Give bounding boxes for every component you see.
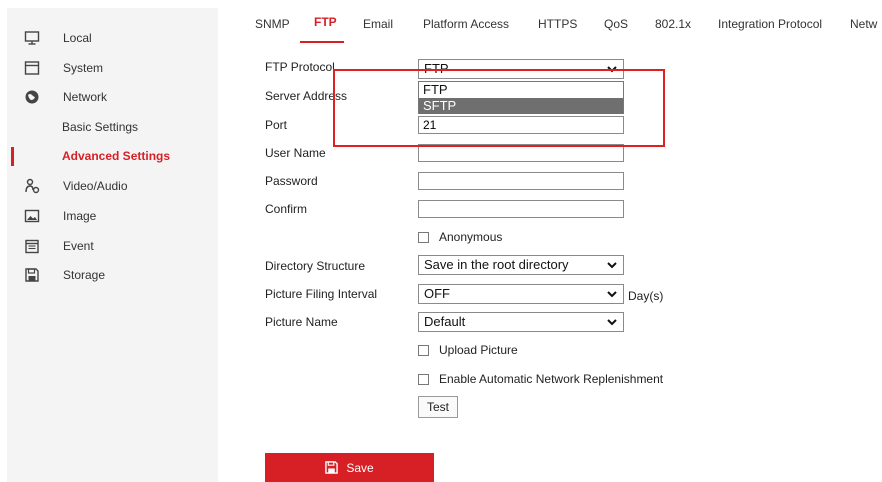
window-icon (24, 61, 40, 75)
picture-name-value: Default (424, 314, 466, 329)
sidebar-item-advanced-settings[interactable]: Advanced Settings (7, 144, 218, 168)
anonymous-label: Anonymous (439, 230, 503, 244)
enable-anr-row[interactable]: Enable Automatic Network Replenishment (418, 371, 663, 387)
picture-name-select[interactable]: Default (418, 312, 624, 332)
sidebar-item-label: System (63, 61, 104, 75)
port-label: Port (265, 118, 288, 132)
user-name-label: User Name (265, 146, 326, 160)
tab-ftp[interactable]: FTP (314, 15, 337, 29)
tab-snmp[interactable]: SNMP (255, 17, 290, 31)
active-indicator (11, 147, 14, 166)
ftp-protocol-label: FTP Protocol (265, 60, 335, 74)
chevron-down-icon (607, 291, 617, 298)
sidebar-item-label: Video/Audio (63, 179, 128, 193)
sidebar: Local System Network Basic Settings Adva… (7, 8, 218, 482)
sidebar-item-network[interactable]: Network (7, 85, 218, 109)
floppy-icon (25, 268, 39, 282)
highlight-annotation (333, 69, 665, 147)
save-label: Save (346, 460, 374, 475)
sidebar-item-label: Basic Settings (62, 120, 139, 134)
upload-picture-label: Upload Picture (439, 343, 518, 357)
sidebar-item-basic-settings[interactable]: Basic Settings (7, 115, 218, 139)
tab-email[interactable]: Email (363, 17, 393, 31)
tab-network-cut[interactable]: Netw (850, 17, 882, 31)
upload-picture-row[interactable]: Upload Picture (418, 342, 518, 358)
camera-icon (25, 178, 40, 194)
tab-integration-protocol[interactable]: Integration Protocol (718, 17, 822, 31)
sidebar-item-label: Local (63, 31, 92, 45)
save-icon (325, 461, 339, 474)
globe-icon (25, 90, 39, 104)
tab-bar: SNMP FTP Email Platform Access HTTPS QoS… (218, 0, 882, 44)
password-label: Password (265, 174, 318, 188)
chevron-down-icon (607, 319, 617, 326)
tab-qos[interactable]: QoS (604, 17, 628, 31)
sidebar-item-label: Image (63, 209, 97, 223)
picture-filing-interval-label: Picture Filing Interval (265, 287, 378, 301)
tab-platform-access[interactable]: Platform Access (423, 17, 509, 31)
image-icon (24, 209, 40, 223)
enable-anr-checkbox[interactable] (418, 373, 429, 385)
password-input[interactable] (418, 172, 624, 190)
monitor-icon (24, 31, 40, 45)
sidebar-item-system[interactable]: System (7, 56, 218, 80)
upload-picture-checkbox[interactable] (418, 344, 429, 356)
sidebar-item-label: Network (63, 90, 108, 104)
days-unit-label: Day(s) (628, 289, 664, 303)
anonymous-checkbox[interactable] (418, 231, 429, 243)
confirm-label: Confirm (265, 202, 308, 216)
picture-filing-interval-value: OFF (424, 286, 450, 301)
confirm-input[interactable] (418, 200, 624, 218)
sidebar-item-video-audio[interactable]: Video/Audio (7, 174, 218, 198)
sidebar-item-local[interactable]: Local (7, 26, 218, 50)
sidebar-item-label: Storage (63, 268, 106, 282)
active-tab-underline (300, 41, 344, 43)
enable-anr-label: Enable Automatic Network Replenishment (439, 372, 664, 386)
tab-https[interactable]: HTTPS (538, 17, 577, 31)
directory-structure-label: Directory Structure (265, 259, 366, 273)
save-button[interactable]: Save (265, 453, 434, 482)
anonymous-checkbox-row[interactable]: Anonymous (418, 229, 502, 245)
chevron-down-icon (607, 262, 617, 269)
calendar-icon (25, 239, 39, 254)
sidebar-item-storage[interactable]: Storage (7, 263, 218, 287)
sidebar-item-event[interactable]: Event (7, 234, 218, 258)
test-button[interactable]: Test (418, 396, 458, 418)
directory-structure-select[interactable]: Save in the root directory (418, 255, 624, 275)
sidebar-item-label: Advanced Settings (62, 149, 171, 163)
tab-802-1x[interactable]: 802.1x (655, 17, 691, 31)
picture-name-label: Picture Name (265, 315, 338, 329)
picture-filing-interval-select[interactable]: OFF (418, 284, 624, 304)
sidebar-item-image[interactable]: Image (7, 204, 218, 228)
directory-structure-value: Save in the root directory (424, 257, 569, 272)
sidebar-item-label: Event (63, 239, 94, 253)
